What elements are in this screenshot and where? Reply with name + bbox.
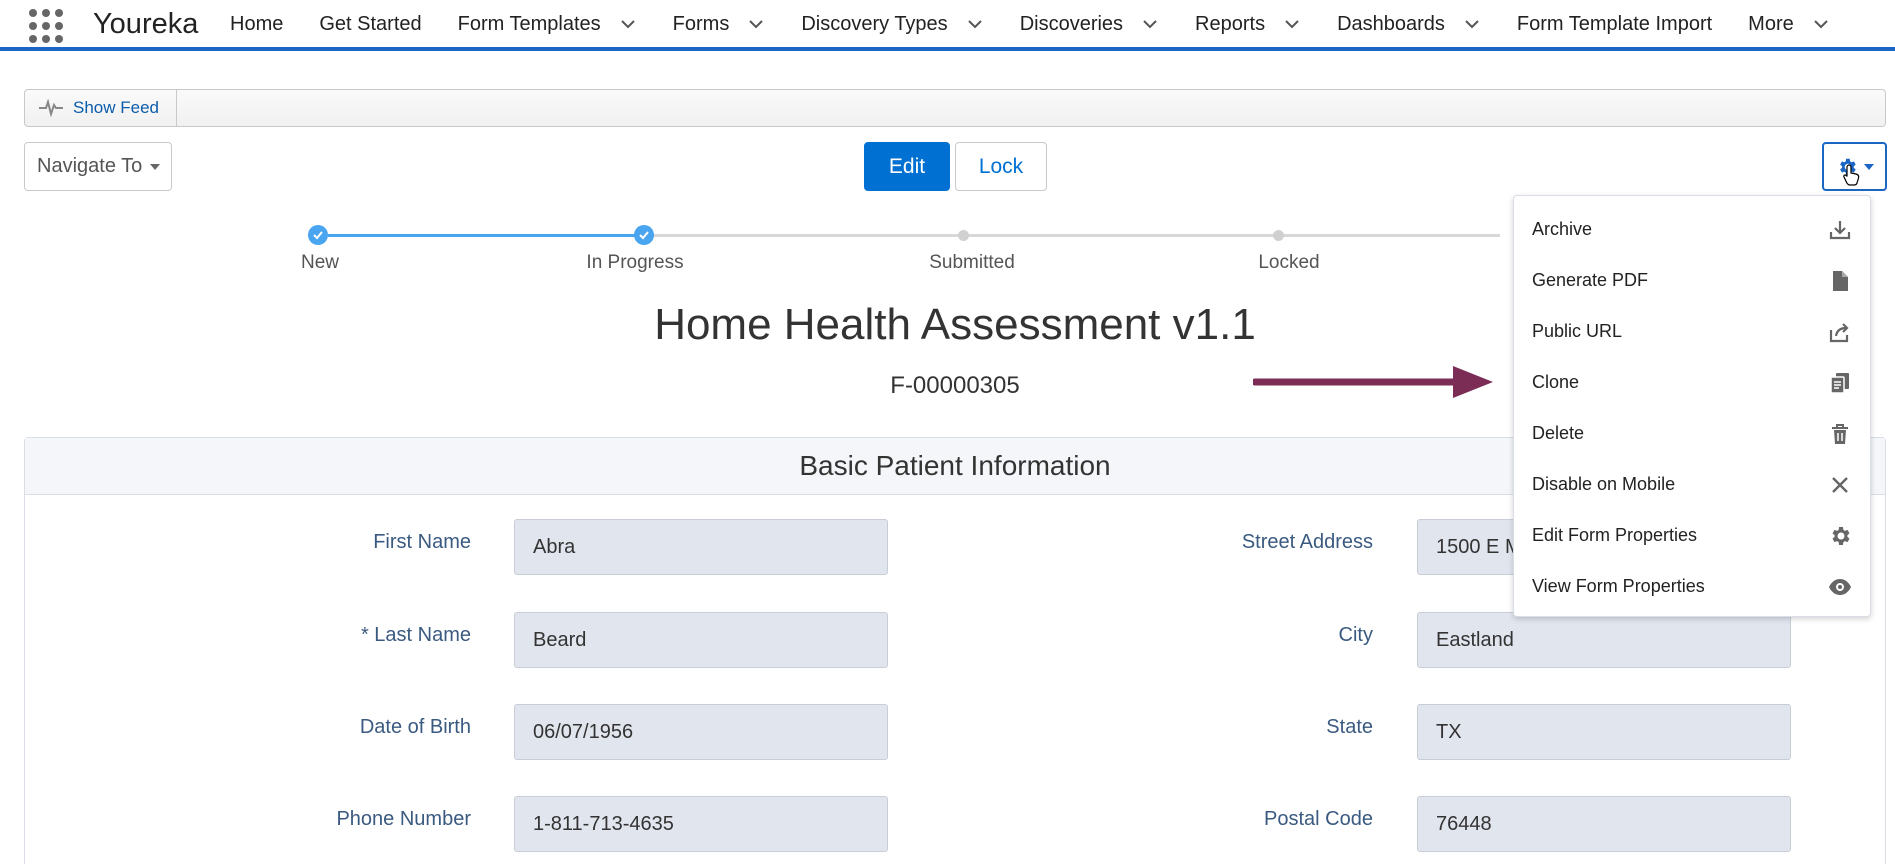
nav-item-label: Dashboards [1337, 12, 1445, 35]
first-name-field[interactable]: Abra [514, 519, 888, 575]
path-step-submitted-dot[interactable] [958, 230, 969, 241]
nav-item-more[interactable]: More [1748, 13, 1830, 36]
chevron-down-icon[interactable] [619, 15, 637, 33]
nav-item-discovery-types[interactable]: Discovery Types [801, 13, 983, 36]
field-label-first-name: First Name [373, 531, 471, 553]
settings-dropdown-menu: Archive Generate PDF Public URL Clone De… [1513, 195, 1871, 617]
path-line-incomplete [653, 234, 963, 237]
show-feed-label: Show Feed [73, 98, 159, 117]
nav-item-label: Reports [1195, 12, 1266, 35]
menu-item-label: Clone [1532, 372, 1580, 392]
nav-item-form-template-import[interactable]: Form Template Import [1517, 13, 1712, 36]
menu-item-label: Archive [1532, 219, 1593, 239]
path-step-new-check-icon[interactable] [308, 225, 328, 245]
field-label-postal-code: Postal Code [1264, 808, 1373, 830]
nav-item-form-templates[interactable]: Form Templates [458, 13, 637, 36]
navigate-to-dropdown[interactable]: Navigate To [24, 142, 172, 191]
field-label-date-of-birth: Date of Birth [359, 716, 471, 738]
path-line-incomplete [968, 234, 1274, 237]
menu-item-label: Generate PDF [1532, 270, 1649, 290]
document-icon [1827, 268, 1853, 294]
caret-down-icon [1863, 163, 1874, 170]
phone-number-field[interactable]: 1-811-713-4635 [514, 796, 888, 852]
eye-icon [1827, 574, 1853, 600]
field-label-state: State [1326, 716, 1373, 738]
nav-item-label: Forms [672, 12, 730, 35]
menu-item-label: View Form Properties [1532, 576, 1705, 596]
nav-item-dashboards[interactable]: Dashboards [1337, 13, 1481, 36]
show-feed-button[interactable]: Show Feed [25, 90, 177, 126]
postal-code-field[interactable]: 76448 [1417, 796, 1791, 852]
nav-item-label: Discoveries [1019, 12, 1124, 35]
nav-item-label: Discovery Types [801, 12, 948, 35]
city-field[interactable]: Eastland [1417, 612, 1791, 668]
top-nav-bar: Youreka Home Get Started Form Templates … [0, 0, 1895, 51]
close-icon [1827, 472, 1853, 498]
trash-icon [1827, 421, 1853, 447]
field-label-last-name: * Last Name [360, 624, 471, 646]
path-step-label: In Progress [586, 252, 684, 273]
form-row: Phone Number 1-811-713-4635 Postal Code … [25, 796, 1885, 852]
chevron-down-icon[interactable] [966, 15, 984, 33]
menu-item-label: Delete [1532, 423, 1585, 443]
chevron-down-icon[interactable] [1141, 15, 1159, 33]
edit-button[interactable]: Edit [864, 142, 950, 191]
nav-item-get-started[interactable]: Get Started [319, 13, 421, 36]
last-name-field[interactable]: Beard [514, 612, 888, 668]
chevron-down-icon[interactable] [1283, 15, 1301, 33]
field-label-city: City [1338, 624, 1373, 646]
field-label-street-address: Street Address [1241, 531, 1373, 553]
nav-item-label: Get Started [319, 12, 422, 35]
navigate-to-label: Navigate To [37, 155, 143, 177]
menu-item-label: Disable on Mobile [1532, 474, 1676, 494]
path-step-label: Submitted [929, 252, 1015, 273]
chevron-down-icon[interactable] [1812, 15, 1830, 33]
copy-icon [1827, 370, 1853, 396]
field-label-phone-number: Phone Number [336, 808, 471, 830]
path-line-incomplete [1283, 234, 1500, 237]
app-name: Youreka [93, 8, 199, 40]
lock-button[interactable]: Lock [955, 142, 1047, 191]
path-step-locked-dot[interactable] [1273, 230, 1284, 241]
download-icon [1827, 217, 1853, 243]
hand-cursor-icon [1843, 164, 1860, 186]
menu-item-archive[interactable]: Archive [1514, 204, 1870, 255]
menu-item-label: Public URL [1532, 321, 1623, 341]
gear-icon [1827, 523, 1853, 549]
nav-item-label: More [1748, 12, 1794, 35]
nav-item-label: Form Template Import [1516, 12, 1713, 35]
menu-item-label: Edit Form Properties [1532, 525, 1698, 545]
menu-item-disable-on-mobile[interactable]: Disable on Mobile [1514, 459, 1870, 510]
path-step-label: Locked [1258, 252, 1320, 273]
chevron-down-icon[interactable] [747, 15, 765, 33]
nav-items: Home Get Started Form Templates Forms Di… [230, 0, 1830, 48]
nav-item-label: Form Templates [457, 12, 601, 35]
activity-icon [39, 99, 63, 117]
form-row: * Last Name Beard City Eastland [25, 612, 1885, 668]
nav-item-forms[interactable]: Forms [673, 13, 766, 36]
nav-item-reports[interactable]: Reports [1195, 13, 1301, 36]
menu-item-clone[interactable]: Clone [1514, 357, 1870, 408]
annotation-arrow [1253, 366, 1493, 398]
feed-bar: Show Feed [24, 89, 1886, 127]
menu-item-generate-pdf[interactable]: Generate PDF [1514, 255, 1870, 306]
menu-item-edit-form-properties[interactable]: Edit Form Properties [1514, 510, 1870, 561]
menu-item-delete[interactable]: Delete [1514, 408, 1870, 459]
path-step-in-progress-check-icon[interactable] [634, 225, 654, 245]
path-line-complete [328, 234, 643, 237]
path-step-label: New [300, 252, 340, 273]
share-icon [1827, 319, 1853, 345]
status-path: New In Progress Submitted Locked [0, 220, 1500, 280]
state-field[interactable]: TX [1417, 704, 1791, 760]
form-row: Date of Birth 06/07/1956 State TX [25, 704, 1885, 760]
date-of-birth-field[interactable]: 06/07/1956 [514, 704, 888, 760]
nav-item-label: Home [230, 12, 284, 35]
nav-item-home[interactable]: Home [230, 13, 283, 36]
caret-down-icon [150, 163, 161, 170]
chevron-down-icon[interactable] [1463, 15, 1481, 33]
menu-item-public-url[interactable]: Public URL [1514, 306, 1870, 357]
menu-item-view-form-properties[interactable]: View Form Properties [1514, 561, 1870, 612]
app-launcher-icon[interactable] [29, 9, 63, 43]
nav-item-discoveries[interactable]: Discoveries [1020, 13, 1159, 36]
